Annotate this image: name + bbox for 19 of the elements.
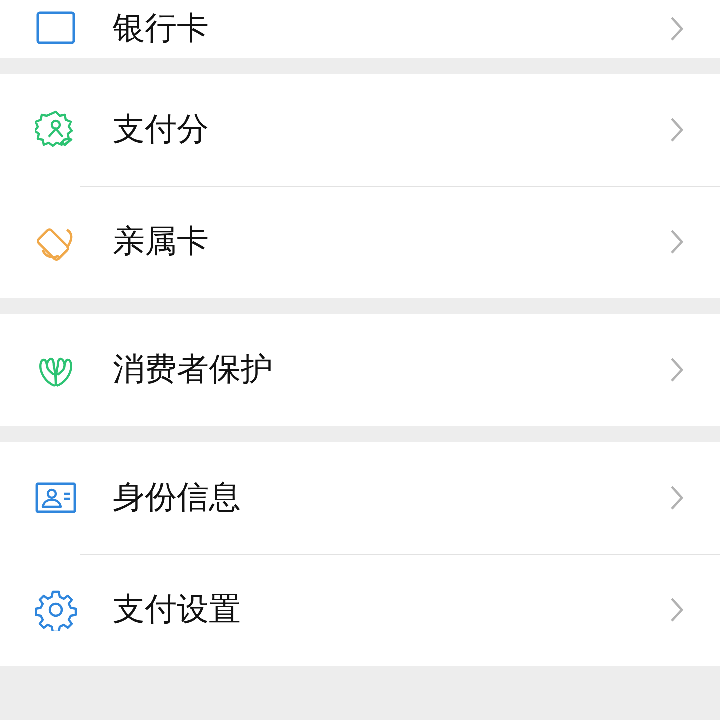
chevron-icon [670,16,684,42]
settings-icon [35,589,77,631]
menu-label: 银行卡 [113,8,210,49]
menu-item[interactable]: 银行卡 [0,0,720,58]
chevron-icon [670,229,684,255]
chevron-icon [670,357,684,383]
menu-item[interactable]: 身份信息 [0,442,720,554]
menu-label: 消费者保护 [113,349,274,390]
menu-item[interactable]: 支付设置 [0,554,720,666]
chevron-icon [670,117,684,143]
menu-item[interactable]: 消费者保护 [0,314,720,426]
menu-item[interactable]: 亲属卡 [0,186,720,298]
menu-label: 亲属卡 [113,221,210,262]
chevron-icon [670,485,684,511]
chevron-icon [670,597,684,623]
menu-item[interactable]: 支付分 [0,74,720,186]
menu-label: 支付分 [113,109,210,150]
menu-label: 支付设置 [113,589,242,630]
menu-label: 身份信息 [113,477,242,518]
